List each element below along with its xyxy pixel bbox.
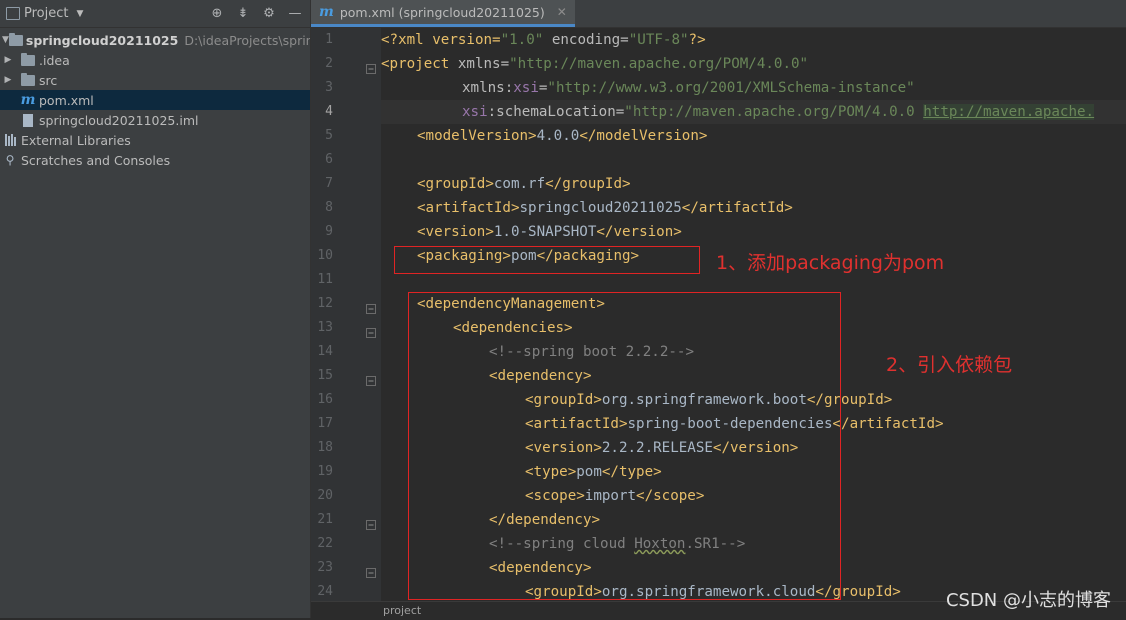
chevron-down-icon[interactable]: ▼ bbox=[2, 35, 9, 45]
fold-marker-icon[interactable] bbox=[366, 323, 376, 338]
line-number: 18 bbox=[317, 440, 333, 455]
code-line-3: xmlns:xsi="http://www.w3.org/2001/XMLSch… bbox=[462, 80, 915, 96]
folder-icon bbox=[20, 52, 36, 67]
line-number: 16 bbox=[317, 392, 333, 407]
fold-marker-icon[interactable] bbox=[366, 299, 376, 314]
locate-icon[interactable]: ⊕ bbox=[208, 5, 226, 23]
line-number: 11 bbox=[317, 272, 333, 287]
tree-item-pom[interactable]: m pom.xml bbox=[0, 90, 310, 110]
libraries-icon bbox=[2, 133, 18, 147]
line-number: 6 bbox=[325, 152, 333, 167]
line-number: 21 bbox=[317, 512, 333, 527]
fold-marker-icon[interactable] bbox=[366, 371, 376, 386]
tree-item-label: src bbox=[39, 72, 58, 88]
maven-icon: m bbox=[319, 4, 334, 20]
editor-gutter: 1 2 3 4 5 6 7 8 9 10 11 12 13 14 15 16 17 18 19 20 21 22 23 24 bbox=[311, 28, 381, 602]
fold-marker-icon[interactable] bbox=[366, 59, 376, 74]
tree-item-label: Scratches and Consoles bbox=[21, 152, 171, 168]
gear-icon[interactable]: ⚙ bbox=[260, 5, 278, 23]
line-number: 14 bbox=[317, 344, 333, 359]
tree-item-module[interactable]: ▼ springcloud20211025 D:\ideaProjects\sp… bbox=[0, 30, 310, 50]
code-line-1: <?xml version="1.0" encoding="UTF-8"?> bbox=[381, 32, 706, 48]
collapse-all-icon[interactable]: ⇟ bbox=[234, 5, 252, 23]
line-number: 17 bbox=[317, 416, 333, 431]
code-line-9: <version>1.0-SNAPSHOT</version> bbox=[417, 224, 682, 240]
tree-item-src[interactable]: ▶ src bbox=[0, 70, 310, 90]
file-icon bbox=[20, 113, 36, 127]
line-number: 10 bbox=[317, 248, 333, 263]
line-number: 4 bbox=[325, 104, 333, 119]
line-number: 3 bbox=[325, 80, 333, 95]
code-line-4: xsi:schemaLocation="http://maven.apache.… bbox=[381, 100, 1126, 124]
tree-item-label: springcloud20211025.iml bbox=[39, 112, 199, 128]
line-number: 15 bbox=[317, 368, 333, 383]
module-folder-icon bbox=[8, 32, 23, 47]
maven-icon: m bbox=[20, 92, 36, 108]
tree-item-path: D:\ideaProjects\springclou bbox=[184, 32, 310, 48]
tree-item-label: .idea bbox=[39, 52, 70, 68]
chevron-right-icon[interactable]: ▶ bbox=[2, 55, 14, 65]
annotation-note-2: 2、引入依赖包 bbox=[886, 354, 1013, 376]
project-title: Project bbox=[24, 6, 69, 21]
tree-item-idea[interactable]: ▶ .idea bbox=[0, 50, 310, 70]
minimize-icon[interactable]: — bbox=[286, 5, 304, 23]
scratches-icon: ⚲ bbox=[5, 153, 15, 167]
line-number: 1 bbox=[325, 32, 333, 47]
tree-item-scratches[interactable]: ⚲ Scratches and Consoles bbox=[0, 150, 310, 170]
code-line-7: <groupId>com.rf</groupId> bbox=[417, 176, 631, 192]
project-view-selector[interactable]: Project ▼ bbox=[6, 6, 83, 21]
line-number: 13 bbox=[317, 320, 333, 335]
line-number: 23 bbox=[317, 560, 333, 575]
folder-icon bbox=[20, 72, 36, 87]
line-number: 8 bbox=[325, 200, 333, 215]
tree-item-label: pom.xml bbox=[39, 92, 94, 108]
watermark: CSDN @小志的博客 bbox=[945, 590, 1111, 611]
project-panel: Project ▼ ⊕ ⇟ ⚙ — ▼ springcloud20211025 … bbox=[0, 0, 311, 618]
chevron-right-icon[interactable]: ▶ bbox=[2, 75, 14, 85]
tree-item-label: External Libraries bbox=[21, 132, 131, 148]
line-number: 22 bbox=[317, 536, 333, 551]
chevron-down-icon: ▼ bbox=[76, 8, 84, 19]
code-line-2: <project xmlns="http://maven.apache.org/… bbox=[381, 56, 809, 72]
line-number: 2 bbox=[325, 56, 333, 71]
code-line-5: <modelVersion>4.0.0</modelVersion> bbox=[417, 128, 708, 144]
line-number: 12 bbox=[317, 296, 333, 311]
tree-item-label: springcloud20211025 bbox=[25, 32, 179, 48]
project-icon bbox=[6, 7, 20, 20]
line-number: 5 bbox=[325, 128, 333, 143]
tab-pom-xml[interactable]: m pom.xml (springcloud20211025) ✕ bbox=[311, 0, 575, 27]
line-number: 7 bbox=[325, 176, 333, 191]
tab-label: pom.xml (springcloud20211025) bbox=[339, 4, 545, 20]
line-number: 20 bbox=[317, 488, 333, 503]
line-number: 9 bbox=[325, 224, 333, 239]
schema-url-link: http://maven.apache. bbox=[923, 104, 1095, 120]
project-toolbar: Project ▼ ⊕ ⇟ ⚙ — bbox=[0, 0, 310, 28]
fold-marker-icon[interactable] bbox=[366, 515, 376, 530]
line-number: 24 bbox=[317, 584, 333, 599]
project-tree: ▼ springcloud20211025 D:\ideaProjects\sp… bbox=[0, 28, 310, 170]
code-line-8: <artifactId>springcloud20211025</artifac… bbox=[417, 200, 793, 216]
tree-item-external-libraries[interactable]: External Libraries bbox=[0, 130, 310, 150]
annotation-note-1: 1、添加packaging为pom bbox=[716, 252, 945, 274]
annotation-box-dependencies bbox=[408, 292, 841, 600]
line-number: 19 bbox=[317, 464, 333, 479]
tree-item-iml[interactable]: springcloud20211025.iml bbox=[0, 110, 310, 130]
editor-tab-bar: m pom.xml (springcloud20211025) ✕ bbox=[311, 0, 1126, 28]
close-icon[interactable]: ✕ bbox=[557, 5, 567, 19]
fold-marker-icon[interactable] bbox=[366, 563, 376, 578]
annotation-box-packaging bbox=[394, 246, 700, 274]
